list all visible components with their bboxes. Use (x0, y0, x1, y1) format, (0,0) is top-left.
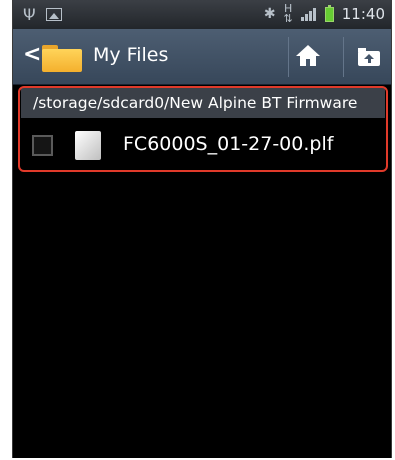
status-icons-right: ✱ H ⇅ 11:40 (263, 2, 385, 25)
bluetooth-icon: ✱ (263, 6, 276, 22)
status-icons-left: Ψ (23, 5, 62, 24)
phone-screen: Ψ ✱ H ⇅ 11:40 < My Files /storage/sdcard… (12, 0, 392, 458)
back-icon[interactable]: < (23, 42, 41, 67)
gallery-icon (45, 8, 62, 21)
up-folder-icon[interactable] (358, 48, 380, 66)
battery-charging-icon (324, 4, 334, 22)
signal-icon (300, 7, 317, 21)
usb-icon: Ψ (23, 5, 36, 24)
action-divider (343, 37, 344, 77)
app-title[interactable]: My Files (93, 44, 168, 66)
folder-icon (42, 45, 82, 72)
status-bar: Ψ ✱ H ⇅ 11:40 (13, 0, 391, 29)
action-bar: < My Files (13, 29, 391, 85)
clock: 11:40 (341, 5, 385, 23)
highlight-box (18, 86, 388, 172)
home-icon[interactable] (296, 45, 320, 69)
ht-data-icon: H ⇅ (283, 2, 293, 25)
action-divider (288, 37, 289, 77)
